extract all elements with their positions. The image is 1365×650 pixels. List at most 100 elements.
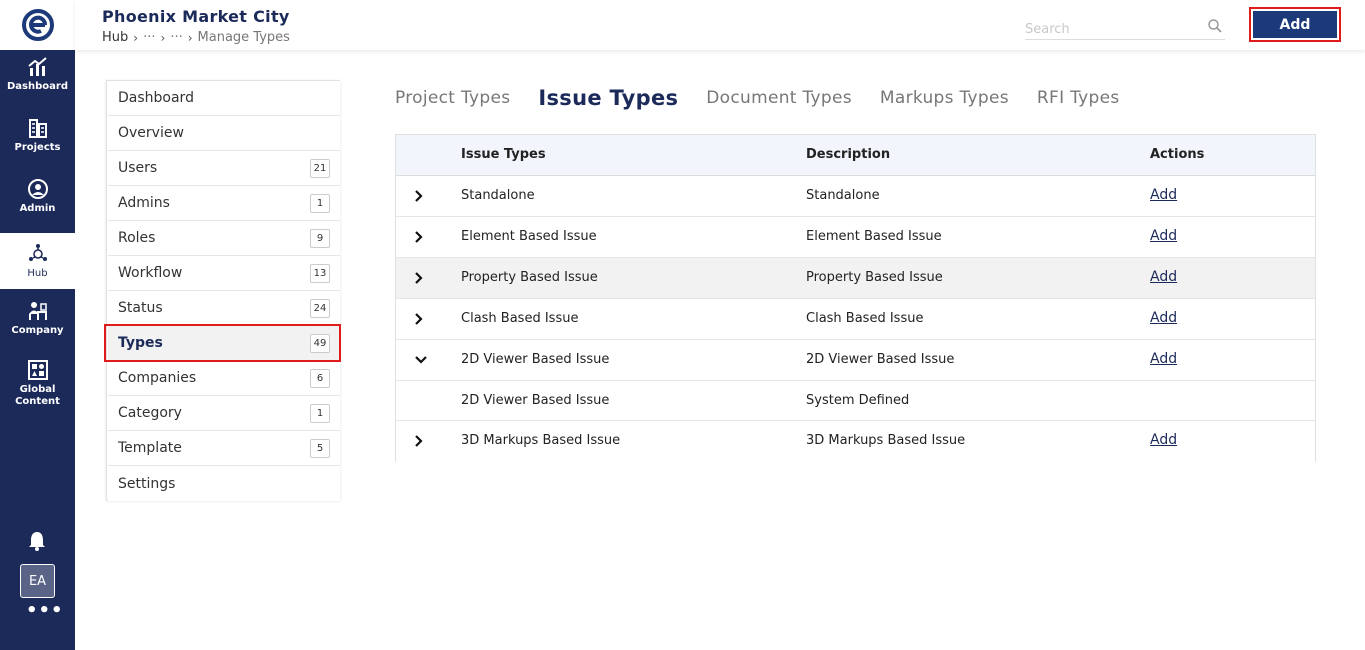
- type-tabs: Project Types Issue Types Document Types…: [395, 80, 1148, 114]
- chevron-down-icon[interactable]: [413, 352, 429, 368]
- menu-item-label: Settings: [118, 475, 176, 492]
- row-description: Clash Based Issue: [806, 311, 924, 326]
- menu-item-dashboard[interactable]: Dashboard: [108, 81, 340, 116]
- building-icon: [28, 118, 47, 138]
- menu-item-label: Status: [118, 300, 163, 316]
- tab-project-types[interactable]: Project Types: [395, 82, 510, 114]
- count-badge: 1: [310, 404, 330, 423]
- bell-icon[interactable]: [26, 530, 48, 552]
- breadcrumb-item-hub[interactable]: Hub: [102, 30, 128, 45]
- menu-item-label: Workflow: [118, 265, 183, 281]
- avatar[interactable]: EA: [20, 564, 55, 598]
- subrow-description: System Defined: [806, 393, 910, 408]
- rail-label: Company: [11, 324, 64, 336]
- issue-types-table: Issue Types Description Actions Standalo…: [395, 134, 1316, 462]
- row-add-link[interactable]: Add: [1150, 228, 1177, 244]
- more-icon[interactable]: •••: [26, 602, 63, 622]
- chevron-right-icon[interactable]: [411, 229, 427, 245]
- menu-item-users[interactable]: Users 21: [108, 151, 340, 186]
- row-name: Clash Based Issue: [461, 311, 579, 326]
- app-logo[interactable]: [0, 0, 75, 50]
- row-add-link[interactable]: Add: [1150, 310, 1177, 326]
- row-name: Property Based Issue: [461, 270, 598, 285]
- row-description: 3D Markups Based Issue: [806, 433, 966, 448]
- subrow-name: 2D Viewer Based Issue: [461, 393, 610, 408]
- count-badge: 49: [310, 334, 330, 353]
- breadcrumb-item-ellipsis[interactable]: ···: [143, 30, 155, 45]
- menu-item-overview[interactable]: Overview: [108, 116, 340, 151]
- row-add-link[interactable]: Add: [1150, 269, 1177, 285]
- menu-item-label: Overview: [118, 125, 184, 141]
- rail-label: Dashboard: [7, 80, 68, 92]
- chevron-right-icon[interactable]: [411, 311, 427, 327]
- column-header: Issue Types: [461, 147, 546, 162]
- rail-item-global-content[interactable]: Global Content: [0, 352, 75, 414]
- count-badge: 13: [310, 264, 330, 283]
- menu-item-roles[interactable]: Roles 9: [108, 221, 340, 256]
- menu-item-label: Template: [118, 440, 182, 456]
- row-name: Standalone: [461, 188, 535, 203]
- chevron-right-icon[interactable]: [411, 433, 427, 449]
- menu-item-label: Dashboard: [118, 90, 194, 106]
- rail-item-company[interactable]: Company: [0, 289, 75, 347]
- page-title: Phoenix Market City: [102, 7, 290, 26]
- chevron-right-icon: ›: [133, 30, 139, 45]
- menu-item-companies[interactable]: Companies 6: [108, 361, 340, 396]
- chart-icon: [27, 56, 47, 76]
- rail-item-projects[interactable]: Projects: [0, 106, 75, 164]
- menu-item-category[interactable]: Category 1: [108, 396, 340, 431]
- row-name: 3D Markups Based Issue: [461, 433, 621, 448]
- column-header: Actions: [1150, 147, 1205, 162]
- menu-item-label: Companies: [118, 370, 197, 386]
- grid-icon: [27, 359, 48, 380]
- menu-item-types[interactable]: Types 49: [108, 326, 340, 361]
- menu-item-template[interactable]: Template 5: [108, 431, 340, 466]
- menu-item-status[interactable]: Status 24: [108, 291, 340, 326]
- chevron-right-icon: ›: [160, 30, 166, 45]
- rail-item-dashboard[interactable]: Dashboard: [0, 45, 75, 103]
- tab-issue-types[interactable]: Issue Types: [538, 82, 678, 114]
- row-add-link[interactable]: Add: [1150, 351, 1177, 367]
- search-icon[interactable]: [1207, 18, 1223, 34]
- rail-label: Hub: [27, 267, 48, 279]
- count-badge: 9: [310, 229, 330, 248]
- rail-label: Global Content: [15, 383, 60, 407]
- row-add-link[interactable]: Add: [1150, 432, 1177, 448]
- table-header: Issue Types Description Actions: [396, 135, 1315, 176]
- rail-label: Admin: [19, 202, 56, 214]
- table-row: 2D Viewer Based Issue 2D Viewer Based Is…: [396, 340, 1315, 381]
- row-description: Standalone: [806, 188, 880, 203]
- table-row: Clash Based Issue Clash Based Issue Add: [396, 299, 1315, 340]
- row-description: Element Based Issue: [806, 229, 942, 244]
- menu-item-workflow[interactable]: Workflow 13: [108, 256, 340, 291]
- table-row: Standalone Standalone Add: [396, 176, 1315, 217]
- top-header: Phoenix Market City Hub › ··· › ··· › Ma…: [75, 0, 1365, 50]
- breadcrumb-item-ellipsis[interactable]: ···: [170, 30, 182, 45]
- row-name: Element Based Issue: [461, 229, 597, 244]
- row-description: Property Based Issue: [806, 270, 943, 285]
- menu-item-admins[interactable]: Admins 1: [108, 186, 340, 221]
- table-row: 3D Markups Based Issue 3D Markups Based …: [396, 421, 1315, 462]
- table-row: Element Based Issue Element Based Issue …: [396, 217, 1315, 258]
- chevron-right-icon[interactable]: [411, 188, 427, 204]
- search-box: [1025, 14, 1225, 40]
- breadcrumb: Hub › ··· › ··· › Manage Types: [102, 30, 290, 45]
- menu-item-settings[interactable]: Settings: [108, 466, 340, 501]
- rail-item-admin[interactable]: Admin: [0, 167, 75, 225]
- tab-rfi-types[interactable]: RFI Types: [1037, 82, 1120, 114]
- row-name: 2D Viewer Based Issue: [461, 352, 610, 367]
- count-badge: 24: [310, 299, 330, 318]
- table-subrow: 2D Viewer Based Issue System Defined: [396, 381, 1315, 421]
- menu-item-label: Category: [118, 405, 182, 421]
- search-input[interactable]: [1025, 14, 1195, 40]
- menu-item-label: Roles: [118, 230, 156, 246]
- chevron-right-icon: ›: [187, 30, 193, 45]
- count-badge: 6: [310, 369, 330, 388]
- rail-item-hub[interactable]: Hub: [0, 233, 75, 289]
- tab-markups-types[interactable]: Markups Types: [880, 82, 1009, 114]
- chevron-right-icon[interactable]: [411, 270, 427, 286]
- menu-item-label: Users: [118, 160, 158, 176]
- row-add-link[interactable]: Add: [1150, 187, 1177, 203]
- tab-document-types[interactable]: Document Types: [706, 82, 852, 114]
- add-button[interactable]: Add: [1253, 11, 1337, 38]
